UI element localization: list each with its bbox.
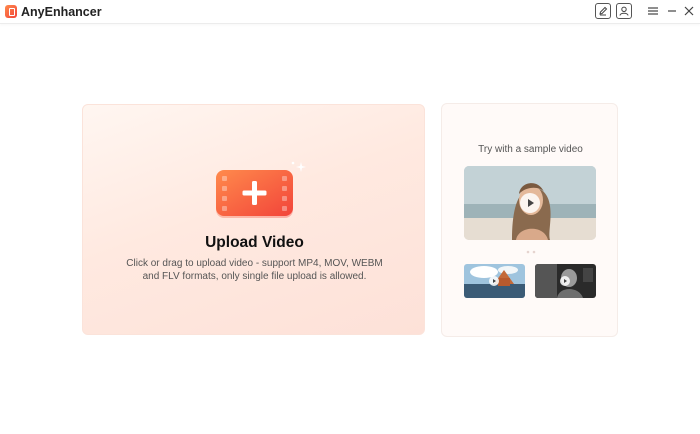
add-video-icon	[216, 170, 293, 218]
sample-title: Try with a sample video	[478, 144, 583, 155]
play-icon[interactable]	[489, 276, 499, 286]
upload-title: Upload Video	[205, 234, 304, 251]
sparkle-icon	[291, 161, 306, 172]
title-bar: AnyEnhancer	[0, 0, 700, 24]
app-title: AnyEnhancer	[21, 5, 102, 19]
sample-video-landscape[interactable]	[464, 264, 525, 298]
pagination-dots	[526, 250, 536, 254]
upload-dropzone[interactable]: Upload Video Click or drag to upload vid…	[82, 104, 425, 335]
app-logo-icon	[5, 5, 17, 18]
upload-description-line: Click or drag to upload video - support …	[126, 258, 383, 269]
upload-description: Click or drag to upload video - support …	[123, 258, 386, 283]
close-icon[interactable]	[682, 4, 696, 18]
account-icon[interactable]	[616, 3, 632, 19]
sample-video-woman[interactable]	[464, 166, 596, 240]
play-icon[interactable]	[520, 193, 540, 213]
edit-icon[interactable]	[595, 3, 611, 19]
sample-panel: Try with a sample video	[441, 103, 618, 337]
minimize-icon[interactable]	[665, 4, 679, 18]
menu-icon[interactable]	[646, 4, 660, 18]
sample-video-bw[interactable]	[535, 264, 596, 298]
upload-description-line: and FLV formats, only single file upload…	[142, 270, 367, 282]
play-icon[interactable]	[560, 276, 570, 286]
